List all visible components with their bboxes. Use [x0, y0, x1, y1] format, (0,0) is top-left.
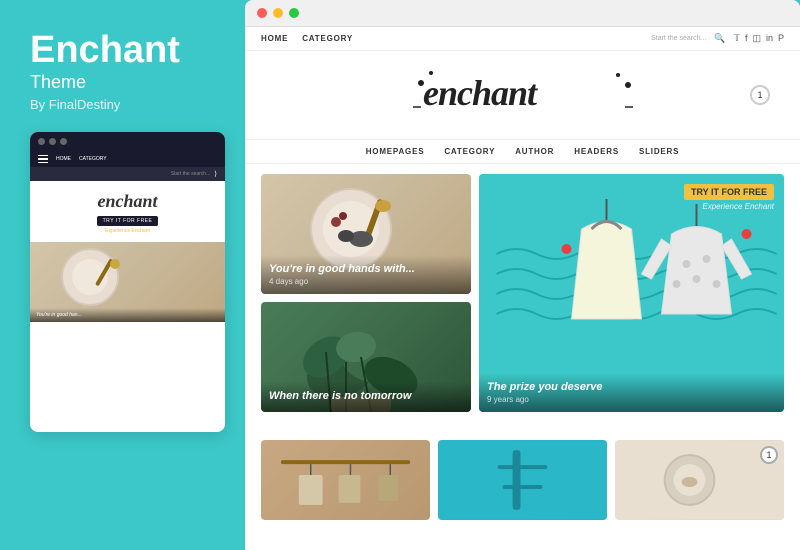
- blog-card-bottom-3[interactable]: 1: [615, 440, 784, 520]
- blog-card-large-date: 9 years ago: [487, 395, 776, 404]
- mini-logo-area: enchant TRY IT FOR FREE Experience Encha…: [30, 181, 225, 242]
- browser-dot-red: [257, 8, 267, 18]
- site-search-icon[interactable]: 🔍: [714, 33, 725, 44]
- browser-dot-yellow: [273, 8, 283, 18]
- site-nav-category[interactable]: CATEGORY: [302, 34, 353, 43]
- sidebar-subtitle: Theme: [30, 72, 225, 93]
- mini-bottom-img: You're in good han...: [30, 242, 225, 322]
- site-nav-left: HOME CATEGORY: [261, 34, 353, 43]
- site-logo-section: enchant 1: [245, 51, 800, 140]
- site-nav-sliders[interactable]: SLIDERS: [639, 147, 679, 156]
- instagram-icon[interactable]: ◫: [752, 33, 761, 44]
- site-social-icons: 𝕋 f ◫ in P: [734, 33, 784, 44]
- site-nav-author[interactable]: AUTHOR: [515, 147, 554, 156]
- experience-badge: Experience Enchant: [684, 202, 774, 211]
- blog-card-2[interactable]: When there is no tomorrow: [261, 302, 471, 412]
- mini-preview-card: HOME CATEGORY Start the search... ⟩ ench…: [30, 132, 225, 432]
- mini-search-icon: ⟩: [214, 170, 217, 178]
- mini-nav-category: CATEGORY: [79, 156, 107, 162]
- blog-card-large-badge: TRY IT FOR FREE Experience Enchant: [684, 184, 774, 211]
- notification-badge: 1: [750, 85, 770, 105]
- blog-card-1-overlay: You're in good hands with... 4 days ago: [261, 255, 471, 294]
- blog-card-1[interactable]: You're in good hands with... 4 days ago: [261, 174, 471, 294]
- browser-chrome: [245, 0, 800, 27]
- site-header: HOME CATEGORY Start the search... 🔍 𝕋 f …: [245, 27, 800, 51]
- blog-card-large[interactable]: TRY IT FOR FREE Experience Enchant The p…: [479, 174, 784, 412]
- blog-card-2-overlay: When there is no tomorrow: [261, 382, 471, 412]
- mini-dot-3: [60, 138, 67, 145]
- sidebar: Enchant Theme By FinalDestiny HOME CATEG…: [0, 0, 245, 550]
- mini-nav: HOME CATEGORY: [30, 151, 225, 168]
- sidebar-title: Enchant: [30, 30, 225, 72]
- browser-dot-green: [289, 8, 299, 18]
- blog-card-large-overlay: The prize you deserve 9 years ago: [479, 373, 784, 412]
- site-nav-home[interactable]: HOME: [261, 34, 288, 43]
- mini-hamburger-icon: [38, 155, 48, 164]
- svg-text:enchant: enchant: [423, 73, 538, 113]
- site-secondary-nav: HOMEPAGES CATEGORY AUTHOR HEADERS SLIDER…: [245, 140, 800, 164]
- linkedin-icon[interactable]: in: [766, 33, 773, 44]
- blog-bottom-1-svg: [261, 440, 430, 520]
- blog-card-bottom-2[interactable]: [438, 440, 607, 520]
- blog-card-1-date: 4 days ago: [269, 277, 463, 286]
- twitter-icon[interactable]: 𝕋: [734, 33, 740, 44]
- main-content: HOME CATEGORY Start the search... 🔍 𝕋 f …: [245, 0, 800, 550]
- blog-card-large-title: The prize you deserve: [487, 381, 776, 393]
- site-nav-category2[interactable]: CATEGORY: [444, 147, 495, 156]
- site-header-right: Start the search... 🔍 𝕋 f ◫ in P: [651, 33, 784, 44]
- blog-card-1-title: You're in good hands with...: [269, 263, 463, 275]
- site-nav-homepages[interactable]: HOMEPAGES: [366, 147, 425, 156]
- blog-bottom-2-svg: [438, 440, 607, 520]
- site-nav-headers[interactable]: HEADERS: [574, 147, 619, 156]
- blog-card-bottom-1[interactable]: [261, 440, 430, 520]
- mini-bottom-img-text: You're in good han...: [36, 312, 219, 318]
- site-logo-text: enchant: [413, 65, 633, 129]
- pinterest-icon[interactable]: P: [778, 33, 784, 44]
- mini-logo-text: enchant: [97, 191, 157, 212]
- blog-bottom-row: 1: [261, 440, 784, 540]
- mini-dot-1: [38, 138, 45, 145]
- blog-grid: You're in good hands with... 4 days ago: [245, 164, 800, 550]
- blog-bottom-3-svg: [615, 440, 784, 520]
- site-search-placeholder: Start the search...: [651, 35, 706, 42]
- mini-search-bar: Start the search... ⟩: [30, 167, 225, 181]
- mini-try-btn: TRY IT FOR FREE: [97, 216, 159, 226]
- mini-browser-chrome: [30, 132, 225, 151]
- facebook-icon[interactable]: f: [745, 33, 748, 44]
- blog-card-2-title: When there is no tomorrow: [269, 390, 463, 402]
- try-badge: TRY IT FOR FREE: [684, 184, 774, 200]
- blog-left-col: You're in good hands with... 4 days ago: [261, 174, 471, 432]
- sidebar-author: By FinalDestiny: [30, 97, 225, 112]
- mini-nav-home: HOME: [56, 156, 71, 162]
- mini-dot-2: [49, 138, 56, 145]
- enchant-logo-svg: enchant: [413, 65, 633, 120]
- bottom-card-3-badge: 1: [760, 446, 778, 464]
- mini-search-placeholder: Start the search...: [171, 171, 210, 177]
- mini-experience-text: Experience Enchant: [105, 228, 150, 234]
- mini-bottom-overlay: You're in good han...: [30, 308, 225, 322]
